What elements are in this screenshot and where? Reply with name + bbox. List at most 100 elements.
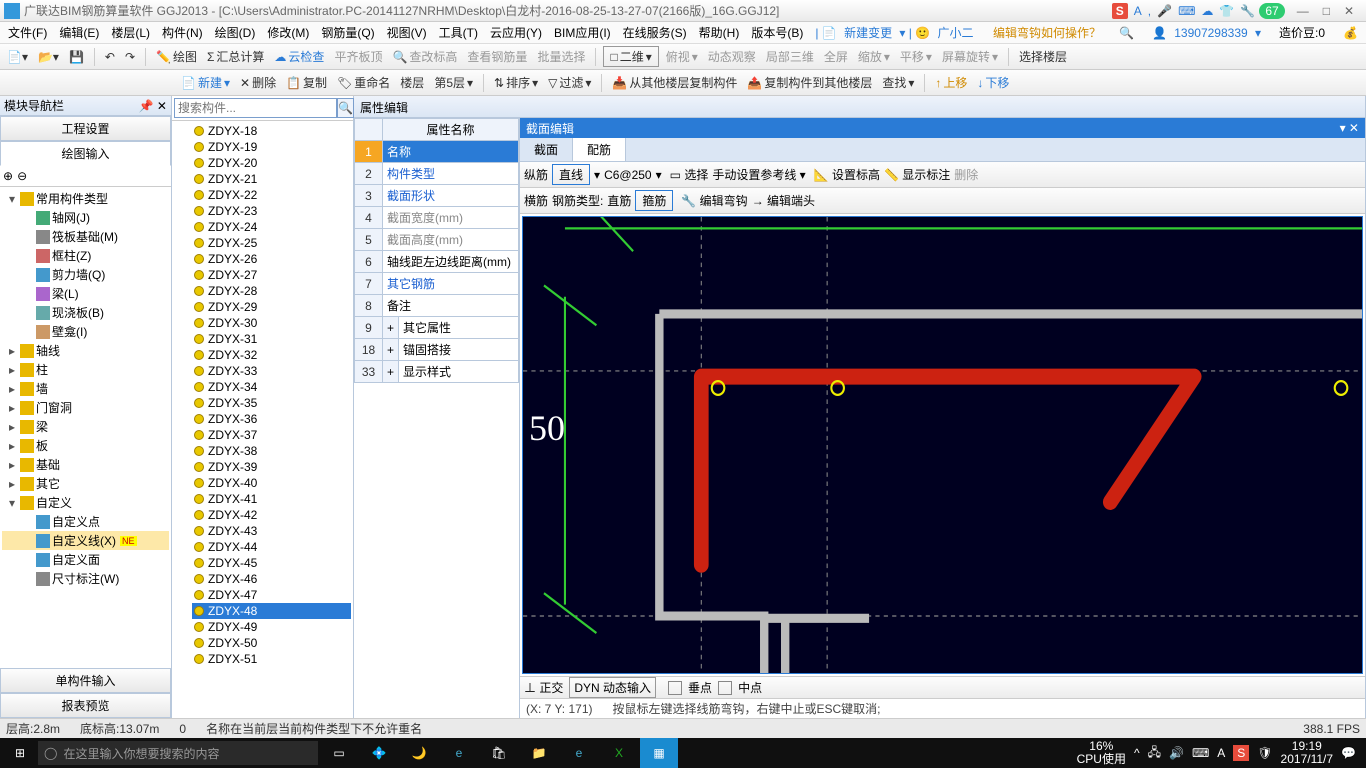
- menu-cloud[interactable]: 云应用(Y): [486, 22, 546, 43]
- tree-node[interactable]: ▾常用构件类型: [2, 189, 169, 208]
- sum-button[interactable]: Σ 汇总计算: [204, 46, 267, 67]
- search-input[interactable]: [174, 98, 337, 118]
- list-item[interactable]: ZDYX-23: [192, 203, 351, 219]
- tray-vol-icon[interactable]: 🔊: [1169, 746, 1184, 760]
- tray-net-icon[interactable]: 🖧: [1148, 743, 1161, 764]
- list-item[interactable]: ZDYX-42: [192, 507, 351, 523]
- orbit-button[interactable]: 动态观察: [705, 46, 759, 67]
- tree-node[interactable]: ▸其它: [2, 474, 169, 493]
- tree-node[interactable]: 现浇板(B): [2, 303, 169, 322]
- list-item[interactable]: ZDYX-35: [192, 395, 351, 411]
- list-item[interactable]: ZDYX-39: [192, 459, 351, 475]
- 2d-dropdown[interactable]: □ 二维 ▾: [603, 46, 658, 67]
- cloudcheck-button[interactable]: ☁ 云检查: [271, 46, 327, 67]
- notif-icon[interactable]: 💬: [1341, 746, 1356, 760]
- prop-row[interactable]: 6轴线距左边线距离(mm): [355, 251, 519, 273]
- zoom-button[interactable]: 缩放 ▾: [855, 46, 893, 67]
- up-button[interactable]: ↑ 上移: [932, 72, 970, 93]
- ime-a-icon[interactable]: A: [1134, 4, 1142, 18]
- search-button[interactable]: 🔍: [337, 98, 354, 118]
- prop-row[interactable]: 3截面形状: [355, 185, 519, 207]
- select-tool[interactable]: ▭ 选择: [670, 166, 709, 183]
- list-item[interactable]: ZDYX-37: [192, 427, 351, 443]
- prop-row[interactable]: 1名称: [355, 141, 519, 163]
- store-icon[interactable]: 🛍: [480, 738, 518, 768]
- list-item[interactable]: ZDYX-47: [192, 587, 351, 603]
- fullscreen-button[interactable]: 全屏: [821, 46, 851, 67]
- tab-report-preview[interactable]: 报表预览: [0, 693, 171, 718]
- start-button[interactable]: ⊞: [4, 738, 36, 768]
- edit-end-button[interactable]: → 编辑端头: [752, 192, 815, 209]
- list-item[interactable]: ZDYX-19: [192, 139, 351, 155]
- set-elev-button[interactable]: 📐 设置标高: [814, 166, 880, 183]
- tab-single-input[interactable]: 单构件输入: [0, 668, 171, 693]
- edit-hook-button[interactable]: 🔧 编辑弯钩: [681, 192, 747, 209]
- list-item[interactable]: ZDYX-29: [192, 299, 351, 315]
- menu-draw[interactable]: 绘图(D): [211, 22, 260, 43]
- filter-button[interactable]: ▽ 过滤 ▾: [545, 72, 594, 93]
- prop-row[interactable]: 7其它钢筋: [355, 273, 519, 295]
- list-item[interactable]: ZDYX-33: [192, 363, 351, 379]
- tree-node[interactable]: 筏板基础(M): [2, 227, 169, 246]
- viewrebar-button[interactable]: 查看钢筋量: [464, 46, 530, 67]
- selfloor-button[interactable]: 选择楼层: [1016, 46, 1070, 67]
- tree-node[interactable]: 轴网(J): [2, 208, 169, 227]
- menu-help[interactable]: 帮助(H): [695, 22, 744, 43]
- find-button[interactable]: 查找 ▾: [879, 72, 917, 93]
- search-icon[interactable]: 🔍: [1115, 24, 1138, 42]
- draw-button[interactable]: ✏️绘图: [153, 46, 200, 67]
- prop-row[interactable]: 4截面宽度(mm): [355, 207, 519, 229]
- nav-tree[interactable]: ▾常用构件类型轴网(J)筏板基础(M)框柱(Z)剪力墙(Q)梁(L)现浇板(B)…: [0, 187, 171, 668]
- app2-icon[interactable]: 🌙: [400, 738, 438, 768]
- close-button[interactable]: ✕: [1344, 4, 1354, 18]
- app-current-icon[interactable]: ▦: [640, 738, 678, 768]
- tree-node[interactable]: ▸轴线: [2, 341, 169, 360]
- menu-tool[interactable]: 工具(T): [435, 22, 482, 43]
- prop-row[interactable]: 33+显示样式: [355, 361, 519, 383]
- tree-node[interactable]: 自定义点: [2, 512, 169, 531]
- ie-icon[interactable]: e: [560, 738, 598, 768]
- prop-row[interactable]: 2构件类型: [355, 163, 519, 185]
- list-item[interactable]: ZDYX-38: [192, 443, 351, 459]
- list-item[interactable]: ZDYX-32: [192, 347, 351, 363]
- taskbar-search[interactable]: ◯ 在这里输入你想要搜索的内容: [38, 741, 318, 765]
- tab-rebar[interactable]: 配筋: [573, 138, 626, 161]
- collapse-icon[interactable]: ⊖: [17, 169, 27, 183]
- sort-button[interactable]: ⇅ 排序 ▾: [491, 72, 541, 93]
- list-item[interactable]: ZDYX-51: [192, 651, 351, 667]
- list-item[interactable]: ZDYX-18: [192, 123, 351, 139]
- list-item[interactable]: ZDYX-30: [192, 315, 351, 331]
- prop-row[interactable]: 9+其它属性: [355, 317, 519, 339]
- tab-draw-input[interactable]: 绘图输入: [0, 141, 171, 166]
- list-item[interactable]: ZDYX-34: [192, 379, 351, 395]
- straight-button[interactable]: 直筋: [607, 192, 631, 209]
- list-item[interactable]: ZDYX-25: [192, 235, 351, 251]
- flat-button[interactable]: 平齐板顶: [331, 46, 385, 67]
- tree-node[interactable]: ▸墙: [2, 379, 169, 398]
- prop-row[interactable]: 18+锚固搭接: [355, 339, 519, 361]
- expand-icon[interactable]: ⊕: [3, 169, 13, 183]
- delete-button[interactable]: ✕ 删除: [237, 72, 279, 93]
- list-item[interactable]: ZDYX-50: [192, 635, 351, 651]
- coin-icon[interactable]: 💰: [1339, 24, 1362, 42]
- floor-select[interactable]: 第5层 ▾: [431, 72, 476, 93]
- show-dim-button[interactable]: 📏 显示标注: [884, 166, 950, 183]
- section-canvas[interactable]: 50: [522, 216, 1363, 674]
- list-item[interactable]: ZDYX-22: [192, 187, 351, 203]
- elev-button[interactable]: 🔍 查改标高: [389, 46, 460, 67]
- del-button[interactable]: 删除: [954, 166, 978, 183]
- perp-check[interactable]: [668, 681, 682, 695]
- tree-node[interactable]: 剪力墙(Q): [2, 265, 169, 284]
- tree-node[interactable]: ▸柱: [2, 360, 169, 379]
- gxe-button[interactable]: 广小二: [934, 24, 978, 42]
- menu-modify[interactable]: 修改(M): [263, 22, 313, 43]
- ime-mic-icon[interactable]: 🎤: [1157, 4, 1172, 18]
- editor-sys[interactable]: ▾ ✕: [1340, 121, 1359, 135]
- tree-node[interactable]: ▾自定义: [2, 493, 169, 512]
- user-phone[interactable]: 13907298339: [1170, 24, 1251, 42]
- tab-section[interactable]: 截面: [520, 138, 573, 161]
- menu-bim[interactable]: BIM应用(I): [550, 22, 615, 43]
- list-item[interactable]: ZDYX-20: [192, 155, 351, 171]
- down-button[interactable]: ↓ 下移: [974, 72, 1012, 93]
- list-item[interactable]: ZDYX-36: [192, 411, 351, 427]
